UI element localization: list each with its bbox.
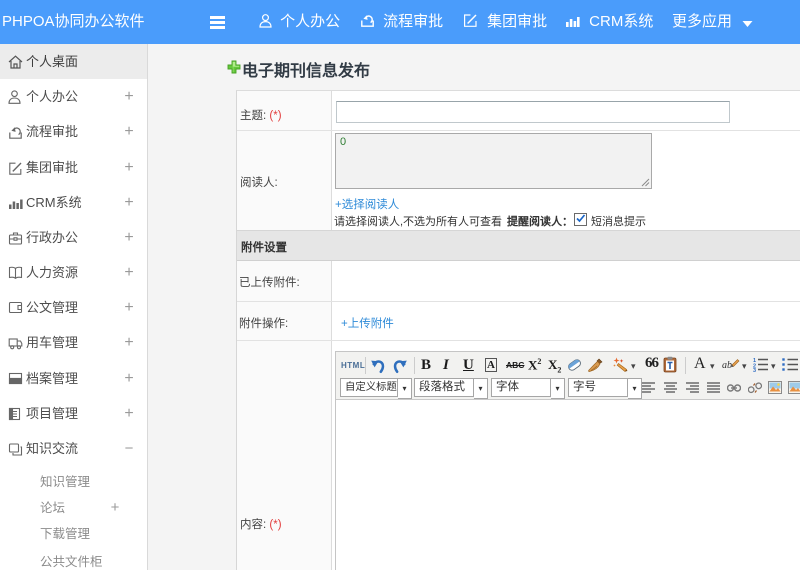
svg-text:3: 3 xyxy=(753,368,756,372)
svg-text:ab: ab xyxy=(722,360,732,371)
